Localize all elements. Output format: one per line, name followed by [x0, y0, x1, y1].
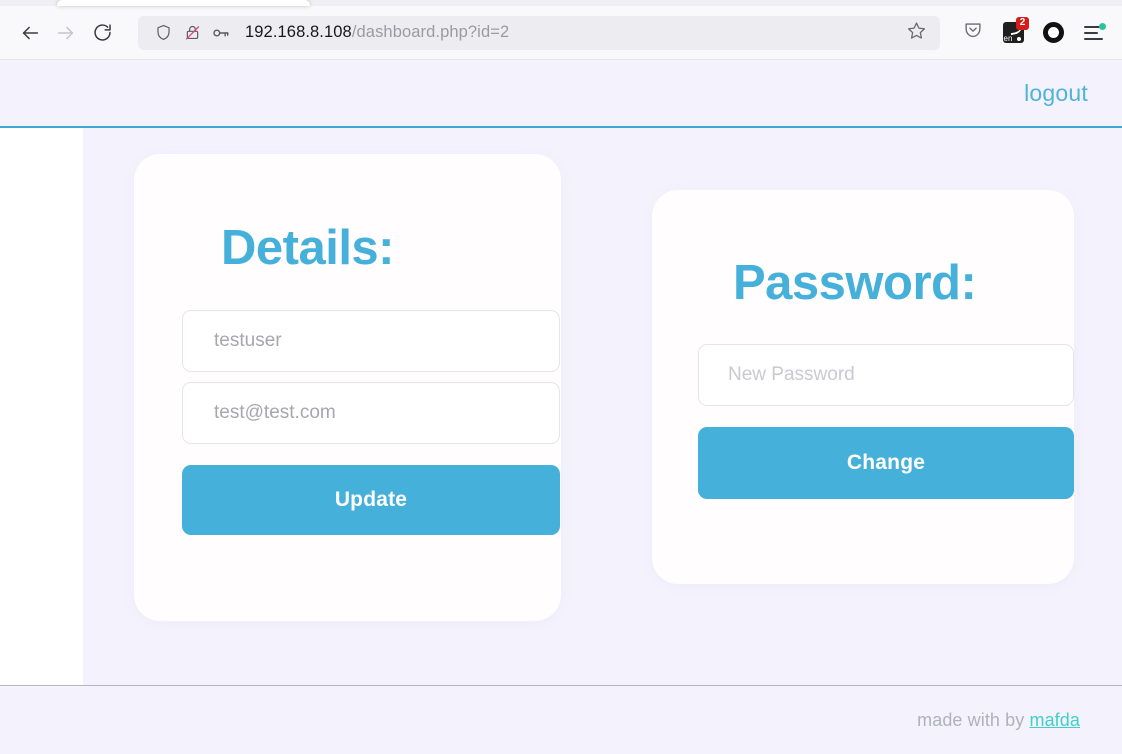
circle-ring-icon	[1042, 22, 1064, 43]
url-text[interactable]: 192.168.8.108/dashboard.php?id=2	[245, 23, 902, 42]
active-tab[interactable]	[57, 0, 310, 6]
update-available-dot	[1098, 22, 1106, 30]
translate-extension-button[interactable]: 2	[996, 16, 1030, 50]
details-card: Details: testuser test@test.com Update	[134, 154, 561, 621]
logout-link[interactable]: logout	[1024, 80, 1088, 107]
extension-badge-count: 2	[1016, 16, 1029, 30]
page-viewport: logout Details: testuser test@test.com U…	[0, 60, 1122, 754]
star-icon	[906, 20, 927, 46]
change-button[interactable]: Change	[698, 427, 1074, 499]
footer-author-link[interactable]: mafda	[1029, 710, 1080, 730]
hamburger-menu-icon	[1083, 22, 1106, 40]
address-bar[interactable]: 192.168.8.108/dashboard.php?id=2	[138, 15, 940, 50]
site-main: Details: testuser test@test.com Update P…	[0, 128, 1122, 685]
back-button[interactable]	[12, 15, 48, 51]
reload-button[interactable]	[84, 15, 120, 51]
site-footer: made with by mafda	[0, 685, 1122, 754]
site-header: logout	[0, 60, 1122, 128]
shield-icon[interactable]	[150, 20, 176, 46]
footer-credit-prefix: made with by	[917, 710, 1030, 730]
new-password-input[interactable]: New Password	[698, 344, 1074, 406]
password-card: Password: New Password Change	[652, 190, 1074, 584]
reload-icon	[92, 22, 113, 43]
url-path: /dashboard.php?id=2	[351, 23, 510, 41]
arrow-left-icon	[19, 22, 41, 44]
application-menu-button[interactable]	[1076, 16, 1110, 50]
arrow-right-icon	[55, 22, 77, 44]
pocket-save-icon	[962, 19, 984, 46]
tracking-protection-off-icon[interactable]	[179, 20, 205, 46]
browser-navigation-bar: 192.168.8.108/dashboard.php?id=2 2	[0, 6, 1122, 60]
update-button[interactable]: Update	[182, 465, 560, 535]
bookmark-button[interactable]	[902, 19, 930, 47]
email-input[interactable]: test@test.com	[182, 382, 560, 444]
circle-ring-extension-button[interactable]	[1036, 16, 1070, 50]
footer-credit: made with by mafda	[917, 710, 1080, 731]
browser-toolbar-icons: 2	[952, 16, 1110, 50]
username-input[interactable]: testuser	[182, 310, 560, 372]
password-title: Password:	[733, 256, 977, 310]
forward-button	[48, 15, 84, 51]
cards-container: Details: testuser test@test.com Update P…	[0, 128, 1122, 685]
pocket-save-button[interactable]	[956, 16, 990, 50]
details-title: Details:	[221, 221, 395, 275]
key-icon[interactable]	[208, 20, 234, 46]
url-host: 192.168.8.108	[245, 23, 352, 41]
browser-tab-strip	[0, 0, 1122, 6]
